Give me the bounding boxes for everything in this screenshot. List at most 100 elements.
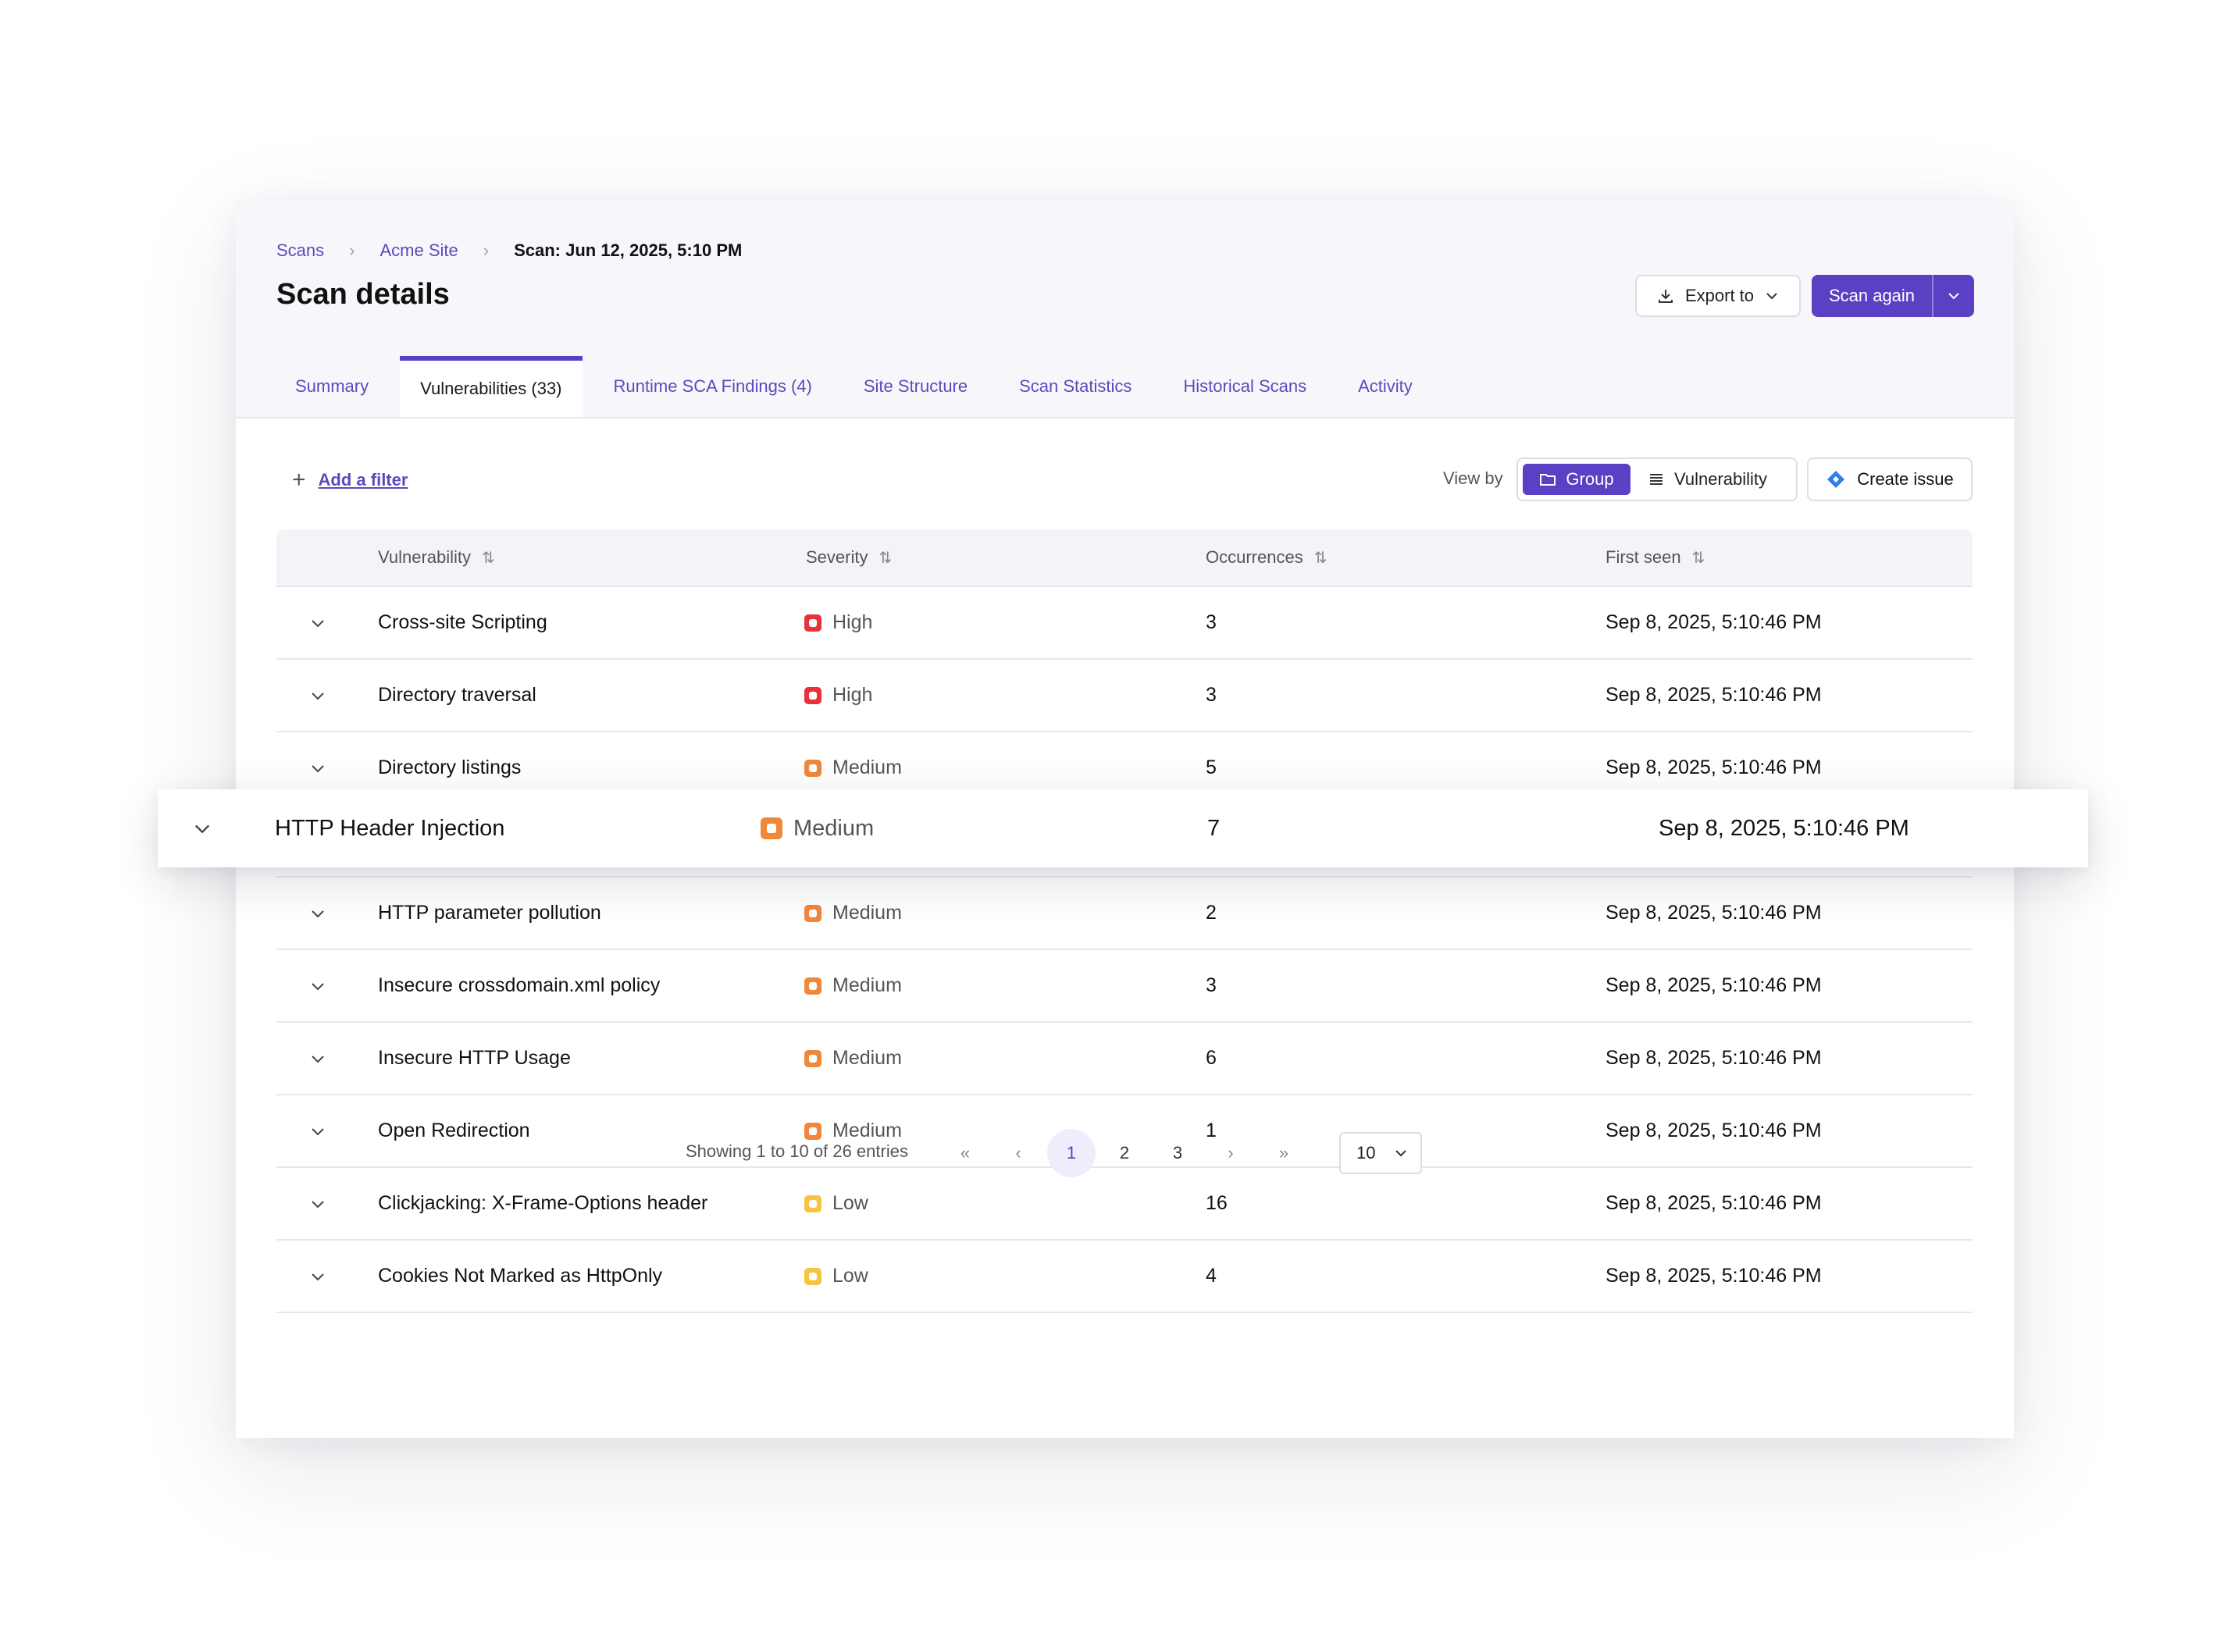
- tab-summary[interactable]: Summary: [275, 356, 389, 417]
- expand-row-chevron-icon[interactable]: [309, 878, 326, 949]
- first-seen-date: Sep 8, 2025, 5:10:46 PM: [1606, 684, 1822, 706]
- severity-icon: [804, 759, 821, 777]
- page-size-select[interactable]: 10: [1339, 1132, 1422, 1174]
- expand-row-chevron-icon[interactable]: [309, 660, 326, 731]
- page-button-1[interactable]: 1: [1047, 1129, 1096, 1177]
- tab-vulnerabilities[interactable]: Vulnerabilities (33): [400, 356, 583, 417]
- breadcrumb-site[interactable]: Acme Site: [380, 240, 458, 261]
- create-issue-button[interactable]: Create issue: [1807, 458, 1973, 501]
- view-toggle: Group Vulnerability: [1516, 458, 1798, 501]
- table-row[interactable]: Insecure HTTP Usage Medium 6 Sep 8, 2025…: [276, 1023, 1973, 1095]
- expand-row-chevron-icon[interactable]: [192, 789, 212, 867]
- severity-icon: [804, 614, 821, 632]
- first-page-icon[interactable]: «: [941, 1129, 989, 1177]
- severity-cell: Medium: [804, 1023, 902, 1094]
- vulnerability-name: Clickjacking: X-Frame-Options header: [378, 1192, 708, 1214]
- tab-runtime-sca[interactable]: Runtime SCA Findings (4): [593, 356, 832, 417]
- folder-icon: [1540, 474, 1556, 486]
- occurrences-count: 3: [1206, 684, 1217, 706]
- breadcrumb-current: Scan: Jun 12, 2025, 5:10 PM: [514, 240, 743, 260]
- severity-cell: High: [804, 660, 872, 731]
- chevron-right-icon: ›: [349, 240, 355, 260]
- first-seen-date: Sep 8, 2025, 5:10:46 PM: [1606, 974, 1822, 996]
- table-row[interactable]: Clickjacking: X-Frame-Options header Low…: [276, 1168, 1973, 1241]
- add-filter-link[interactable]: Add a filter: [319, 470, 408, 490]
- tab-site-structure[interactable]: Site Structure: [843, 356, 988, 417]
- last-page-icon[interactable]: »: [1260, 1129, 1308, 1177]
- expand-row-chevron-icon[interactable]: [309, 1241, 326, 1312]
- tab-activity[interactable]: Activity: [1338, 356, 1433, 417]
- column-vulnerability[interactable]: Vulnerability ⇅: [378, 529, 495, 586]
- table-row[interactable]: Cross-site Scripting High 3 Sep 8, 2025,…: [276, 587, 1973, 660]
- table-row[interactable]: Directory traversal High 3 Sep 8, 2025, …: [276, 660, 1973, 732]
- severity-cell: Medium: [804, 950, 902, 1021]
- expand-row-chevron-icon[interactable]: [309, 1023, 326, 1094]
- table-row[interactable]: HTTP parameter pollution Medium 2 Sep 8,…: [276, 878, 1973, 950]
- tab-scan-statistics[interactable]: Scan Statistics: [999, 356, 1152, 417]
- severity-cell: Low: [804, 1241, 868, 1312]
- scan-again-button-group: Scan again: [1812, 275, 1974, 317]
- table-row[interactable]: Cookies Not Marked as HttpOnly Low 4 Sep…: [276, 1241, 1973, 1313]
- scan-options-dropdown[interactable]: [1932, 275, 1974, 317]
- vulnerability-name: Cookies Not Marked as HttpOnly: [378, 1265, 663, 1287]
- occurrences-count: 2: [1206, 902, 1217, 924]
- chevron-right-icon: ›: [483, 240, 490, 260]
- column-severity[interactable]: Severity ⇅: [806, 529, 892, 586]
- page-title: Scan details: [276, 278, 450, 311]
- page-size-value: 10: [1356, 1143, 1376, 1162]
- sort-icon[interactable]: ⇅: [482, 548, 495, 568]
- add-filter[interactable]: + Add a filter: [292, 468, 408, 492]
- vulnerability-name: HTTP Header Injection: [275, 815, 505, 841]
- column-label: First seen: [1606, 547, 1681, 567]
- vulnerability-name: Cross-site Scripting: [378, 611, 547, 633]
- vulnerability-name: Insecure HTTP Usage: [378, 1047, 571, 1069]
- severity-label: Medium: [832, 974, 902, 996]
- view-vulnerability-option[interactable]: Vulnerability: [1648, 464, 1767, 495]
- tab-bar: Summary Vulnerabilities (33) Runtime SCA…: [275, 356, 1444, 417]
- table-row-highlighted[interactable]: HTTP Header Injection Medium 7 Sep 8, 20…: [158, 789, 2088, 867]
- breadcrumb-scans[interactable]: Scans: [276, 240, 324, 261]
- chevron-down-icon: [1395, 1150, 1406, 1157]
- table-row[interactable]: Insecure crossdomain.xml policy Medium 3…: [276, 950, 1973, 1023]
- previous-page-icon[interactable]: ‹: [994, 1129, 1042, 1177]
- vulnerability-table: Vulnerability ⇅ Severity ⇅ Occurrences ⇅ Fi…: [276, 529, 1973, 1313]
- column-first-seen[interactable]: First seen ⇅: [1606, 529, 1705, 586]
- view-group-label: Group: [1566, 469, 1614, 489]
- expand-row-chevron-icon[interactable]: [309, 587, 326, 658]
- severity-icon: [804, 977, 821, 995]
- pagination-info: Showing 1 to 10 of 26 entries: [686, 1141, 908, 1161]
- page-button-2[interactable]: 2: [1100, 1129, 1149, 1177]
- sort-icon[interactable]: ⇅: [1314, 548, 1328, 568]
- export-label: Export to: [1684, 286, 1755, 305]
- occurrences-count: 16: [1206, 1192, 1228, 1214]
- severity-label: High: [832, 684, 873, 706]
- sort-icon[interactable]: ⇅: [1692, 548, 1705, 568]
- view-group-option[interactable]: Group: [1523, 464, 1630, 495]
- occurrences-count: 3: [1206, 974, 1217, 996]
- occurrences-count: 6: [1206, 1047, 1217, 1069]
- next-page-icon[interactable]: ›: [1206, 1129, 1255, 1177]
- expand-row-chevron-icon[interactable]: [309, 950, 326, 1021]
- chevron-down-icon: [1948, 293, 1959, 300]
- severity-label: Medium: [832, 1047, 902, 1069]
- tab-historical-scans[interactable]: Historical Scans: [1163, 356, 1327, 417]
- first-seen-date: Sep 8, 2025, 5:10:46 PM: [1606, 1047, 1822, 1069]
- chevron-down-icon: [1766, 293, 1777, 300]
- sort-icon[interactable]: ⇅: [879, 548, 892, 568]
- page-button-3[interactable]: 3: [1153, 1129, 1202, 1177]
- severity-icon: [804, 904, 821, 922]
- export-button[interactable]: Export to: [1635, 275, 1801, 317]
- scan-again-button[interactable]: Scan again: [1812, 286, 1932, 306]
- column-label: Vulnerability: [378, 547, 472, 567]
- severity-cell: High: [804, 587, 872, 658]
- column-label: Occurrences: [1206, 547, 1303, 567]
- first-seen-date: Sep 8, 2025, 5:10:46 PM: [1606, 1265, 1822, 1287]
- download-icon: [1658, 290, 1673, 303]
- vulnerability-name: Insecure crossdomain.xml policy: [378, 974, 661, 996]
- column-occurrences[interactable]: Occurrences ⇅: [1206, 529, 1327, 586]
- severity-label: Low: [832, 1265, 868, 1287]
- expand-row-chevron-icon[interactable]: [309, 1168, 326, 1239]
- vulnerability-name: HTTP parameter pollution: [378, 902, 601, 924]
- first-seen-date: Sep 8, 2025, 5:10:46 PM: [1606, 1192, 1822, 1214]
- severity-icon: [804, 686, 821, 704]
